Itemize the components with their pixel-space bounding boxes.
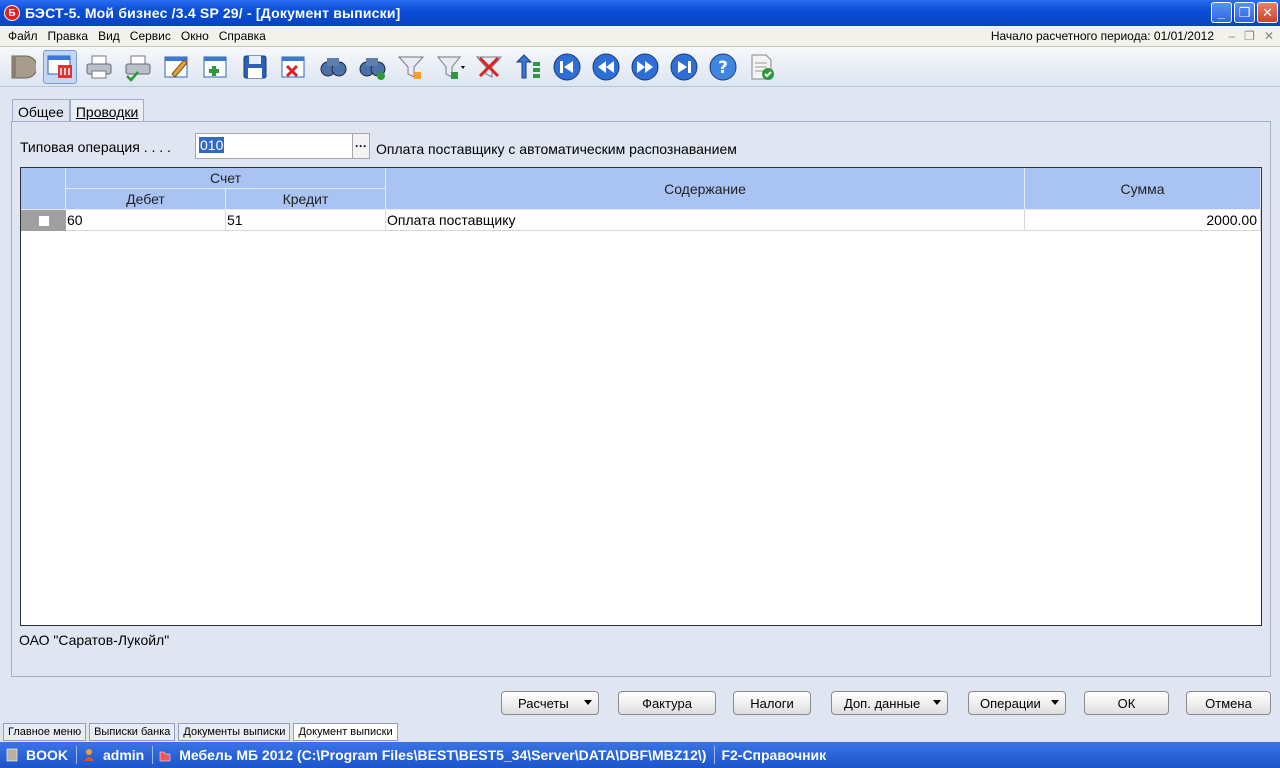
clear-filter-icon[interactable] [472, 50, 506, 84]
window-title: БЭСТ-5. Мой бизнес /3.4 SP 29/ - [Докуме… [25, 5, 401, 21]
invoice-button[interactable]: Фактура [618, 691, 716, 715]
minimize-button[interactable]: _ [1211, 2, 1232, 23]
tab-postings-label: Проводки [75, 103, 139, 120]
cell-amount[interactable]: 2000.00 [1025, 210, 1261, 231]
operation-lookup-button[interactable]: ··· [352, 133, 370, 159]
grid-corner-header [21, 168, 66, 210]
next-record-icon[interactable] [628, 50, 662, 84]
folder-icon [159, 751, 171, 762]
mdi-close-button[interactable]: ✕ [1264, 29, 1274, 43]
taxes-button[interactable]: Налоги [733, 691, 811, 715]
ok-button[interactable]: ОК [1084, 691, 1169, 715]
operation-description: Оплата поставщику с автоматическим распо… [376, 141, 737, 157]
menu-view[interactable]: Вид [93, 29, 125, 43]
find-next-icon[interactable] [355, 50, 389, 84]
app-icon: Б [4, 5, 20, 21]
header-credit[interactable]: Кредит [226, 189, 386, 210]
status-db-name: BOOK [26, 747, 68, 763]
find-icon[interactable] [316, 50, 350, 84]
book-icon[interactable] [4, 50, 38, 84]
settlements-button-label: Расчеты [518, 695, 569, 711]
tab-strip: Общее Проводки [12, 99, 145, 123]
help-icon[interactable]: ? [706, 50, 740, 84]
operations-button-label: Операции [980, 695, 1041, 711]
header-debit[interactable]: Дебет [66, 189, 226, 210]
period-label: Начало расчетного периода: 01/01/2012 [990, 29, 1214, 43]
database-icon [6, 748, 18, 762]
operation-code-value: 010 [199, 137, 225, 153]
mdi-restore-button[interactable]: ❐ [1244, 29, 1255, 43]
switch-bank-statements[interactable]: Выписки банка [89, 723, 176, 741]
header-account: Счет [66, 168, 386, 189]
status-user: admin [77, 746, 154, 764]
tab-general[interactable]: Общее [12, 99, 70, 123]
menu-help[interactable]: Справка [214, 29, 271, 43]
toolbar: ? [0, 47, 1280, 87]
sort-icon[interactable] [511, 50, 545, 84]
dropdown-arrow-icon [584, 700, 592, 705]
switch-statement-documents[interactable]: Документы выписки [178, 723, 291, 741]
menu-file[interactable]: Файл [0, 29, 43, 43]
delete-record-icon[interactable] [277, 50, 311, 84]
mdi-minimize-button[interactable]: – [1228, 29, 1235, 43]
operation-label: Типовая операция . . . . [20, 139, 171, 155]
add-record-icon[interactable] [199, 50, 233, 84]
status-path: Мебель МБ 2012 (C:\Program Files\BEST\BE… [179, 747, 707, 763]
last-record-icon[interactable] [667, 50, 701, 84]
filter-icon[interactable] [394, 50, 428, 84]
document-check-icon[interactable] [745, 50, 779, 84]
filter-dropdown-icon[interactable] [433, 50, 467, 84]
maximize-button[interactable]: ❐ [1234, 2, 1255, 23]
status-user-name: admin [103, 747, 145, 763]
switch-statement-document[interactable]: Документ выписки [293, 723, 398, 741]
first-record-icon[interactable] [550, 50, 584, 84]
status-hint: F2-Справочник [721, 747, 827, 763]
extra-data-button[interactable]: Доп. данные [831, 691, 948, 715]
cell-debit[interactable]: 60 [66, 210, 226, 231]
operations-button[interactable]: Операции [968, 691, 1066, 715]
postings-grid[interactable]: Счет Дебет Кредит Содержание Сумма 60 51… [20, 167, 1262, 626]
menu-bar: Файл Правка Вид Сервис Окно Справка Нача… [0, 26, 1280, 47]
header-amount[interactable]: Сумма [1025, 168, 1261, 210]
print-icon[interactable] [82, 50, 116, 84]
status-bar: BOOK admin Мебель МБ 2012 (C:\Program Fi… [0, 742, 1280, 768]
dropdown-arrow-icon [1051, 700, 1059, 705]
header-content[interactable]: Содержание [386, 168, 1025, 210]
title-bar: Б БЭСТ-5. Мой бизнес /3.4 SP 29/ - [Доку… [0, 0, 1280, 26]
save-icon[interactable] [238, 50, 272, 84]
dropdown-arrow-icon [933, 700, 941, 705]
cancel-button[interactable]: Отмена [1186, 691, 1271, 715]
operation-code-input[interactable]: 010 [195, 133, 353, 159]
status-company: Мебель МБ 2012 (C:\Program Files\BEST\BE… [153, 746, 716, 764]
company-name: ОАО "Саратов-Лукойл" [19, 632, 170, 648]
edit-icon[interactable] [160, 50, 194, 84]
extra-data-button-label: Доп. данные [844, 695, 921, 711]
status-db: BOOK [0, 746, 77, 764]
switch-main-menu[interactable]: Главное меню [3, 723, 87, 741]
cell-credit[interactable]: 51 [226, 210, 386, 231]
previous-record-icon[interactable] [589, 50, 623, 84]
user-icon [84, 749, 94, 761]
menu-window[interactable]: Окно [176, 29, 214, 43]
tab-general-label: Общее [18, 103, 64, 120]
menu-edit[interactable]: Правка [43, 29, 94, 43]
close-button[interactable]: ✕ [1257, 2, 1278, 23]
document-view-icon[interactable] [43, 49, 77, 84]
print-preview-icon[interactable] [121, 50, 155, 84]
cell-content[interactable]: Оплата поставщику [386, 210, 1025, 231]
menu-service[interactable]: Сервис [125, 29, 176, 43]
row-marker-icon [38, 215, 49, 226]
settlements-button[interactable]: Расчеты [501, 691, 599, 715]
window-switcher: Главное меню Выписки банка Документы вып… [0, 722, 1280, 742]
tab-postings[interactable]: Проводки [69, 99, 145, 123]
svg-text:?: ? [718, 58, 728, 78]
row-selector[interactable] [21, 210, 66, 231]
